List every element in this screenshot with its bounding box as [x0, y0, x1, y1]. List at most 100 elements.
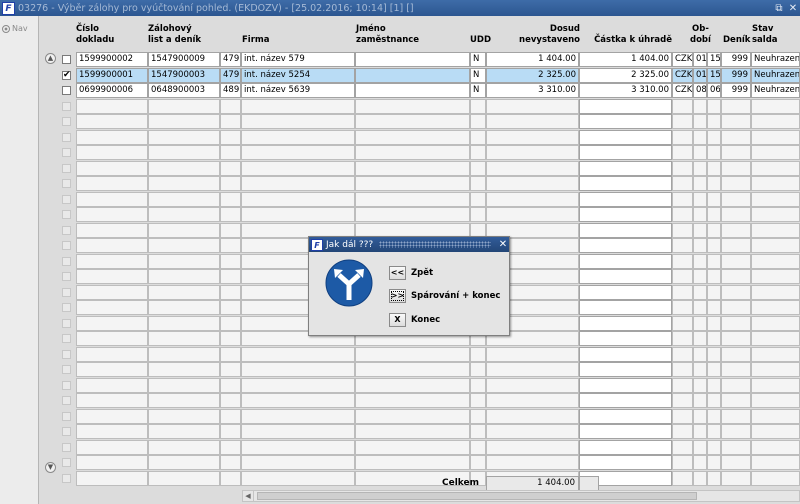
cell-castka[interactable] — [579, 238, 672, 253]
col-header-dosud[interactable]: Dosud nevystaveno — [518, 24, 580, 46]
cell-ob2 — [707, 160, 721, 176]
celkem-value: 1 404.00 — [486, 476, 579, 491]
restore-icon[interactable]: ⧉ — [772, 3, 786, 14]
col-header-firma[interactable]: Firma — [242, 35, 270, 46]
cell-castka[interactable] — [579, 408, 672, 424]
col-header-obdobi[interactable]: Ob- dobí — [690, 24, 711, 46]
cell-castka[interactable] — [579, 114, 672, 129]
cell-castka[interactable] — [579, 346, 672, 362]
cell-castka[interactable]: 1 404.00 — [579, 52, 672, 67]
row-checkbox[interactable] — [62, 458, 71, 467]
cell-castka[interactable] — [579, 393, 672, 408]
row-checkbox[interactable] — [62, 287, 71, 297]
row-checkbox[interactable] — [62, 303, 71, 312]
cell-castka[interactable] — [579, 145, 672, 160]
cell-cislo — [76, 393, 148, 408]
col-header-zalohovy[interactable]: Zálohový list a deník — [148, 24, 201, 46]
col-header-jmeno[interactable]: Jméno zaměstnance — [356, 24, 419, 46]
col-header-castka[interactable]: Částka k úhradě — [580, 35, 672, 46]
cell-castka[interactable] — [579, 284, 672, 300]
cell-cislo — [76, 439, 148, 455]
row-checkbox[interactable] — [62, 256, 71, 266]
cell-castka[interactable]: 2 325.00 — [579, 67, 672, 83]
cell-castka[interactable] — [579, 377, 672, 393]
row-checkbox[interactable] — [62, 365, 71, 374]
row-checkbox[interactable] — [62, 117, 71, 126]
cell-castka[interactable] — [579, 331, 672, 346]
scroll-thumb[interactable] — [257, 492, 697, 500]
cell-ob2 — [707, 207, 721, 222]
row-checkbox[interactable] — [62, 411, 71, 421]
cell-castka[interactable] — [579, 191, 672, 207]
cell-castka[interactable] — [579, 439, 672, 455]
row-checkbox[interactable] — [62, 101, 71, 111]
row-checkbox[interactable] — [62, 272, 71, 281]
close-icon[interactable]: ✕ — [786, 3, 800, 14]
row-checkbox[interactable] — [62, 442, 71, 452]
zpet-button[interactable]: << Zpět — [389, 266, 433, 280]
row-checkbox[interactable] — [62, 210, 71, 219]
nav-link[interactable]: Nav — [0, 16, 38, 33]
row-checkbox[interactable] — [62, 334, 71, 343]
col-header-udd[interactable]: UDD — [470, 35, 491, 46]
cell-castka[interactable] — [579, 362, 672, 377]
zpet-glyph[interactable]: << — [389, 266, 406, 280]
cell-cislo — [76, 331, 148, 346]
scroll-up-icon[interactable]: ▲ — [45, 53, 56, 64]
row-checkbox[interactable] — [62, 380, 71, 390]
cell-castka[interactable] — [579, 300, 672, 315]
row-checkbox[interactable] — [62, 179, 71, 188]
row-checkbox[interactable] — [62, 225, 71, 235]
row-checkbox[interactable] — [62, 241, 71, 250]
cell-ob2 — [707, 176, 721, 191]
row-checkbox[interactable] — [62, 148, 71, 157]
cell-castka[interactable] — [579, 98, 672, 114]
cell-castka[interactable] — [579, 315, 672, 331]
row-checkbox[interactable]: ✔ — [62, 70, 71, 80]
horizontal-scrollbar[interactable]: ◀ — [242, 490, 800, 502]
cell-num — [220, 129, 241, 145]
cell-castka[interactable]: 3 310.00 — [579, 83, 672, 98]
row-checkbox[interactable] — [62, 349, 71, 359]
cell-castka[interactable] — [579, 207, 672, 222]
cell-castka[interactable] — [579, 222, 672, 238]
cell-castka[interactable] — [579, 176, 672, 191]
cell-zalohovy — [148, 300, 220, 315]
sparovani-glyph[interactable]: >> — [389, 289, 406, 303]
dialog-close-icon[interactable]: ✕ — [497, 239, 509, 250]
cell-firma: int. název 5639 — [241, 83, 355, 98]
cell-castka[interactable] — [579, 424, 672, 439]
cell-castka[interactable] — [579, 253, 672, 269]
row-checkbox[interactable] — [62, 396, 71, 405]
cell-denik — [721, 191, 751, 207]
cell-udd — [470, 129, 486, 145]
cell-dosud: 3 310.00 — [486, 83, 579, 98]
cell-dosud — [486, 176, 579, 191]
row-checkbox[interactable] — [62, 194, 71, 204]
cell-castka[interactable] — [579, 455, 672, 470]
cell-jmeno — [355, 83, 470, 98]
cell-castka[interactable] — [579, 160, 672, 176]
cell-ob1 — [693, 191, 707, 207]
konec-button[interactable]: X Konec — [389, 313, 440, 327]
row-checkbox[interactable] — [62, 86, 71, 95]
cell-num — [220, 284, 241, 300]
row-checkbox[interactable] — [62, 427, 71, 436]
col-header-cislo[interactable]: Číslo dokladu — [76, 24, 114, 46]
row-checkbox[interactable] — [62, 318, 71, 328]
cell-dosud: 2 325.00 — [486, 67, 579, 83]
cell-castka[interactable] — [579, 269, 672, 284]
col-header-denik[interactable]: Deník — [723, 35, 750, 46]
cell-ob2 — [707, 253, 721, 269]
sparovani-konec-button[interactable]: >> Spárování + konec — [389, 289, 500, 303]
row-checkbox[interactable] — [62, 163, 71, 173]
scroll-down-icon[interactable]: ▼ — [45, 462, 56, 473]
konec-glyph[interactable]: X — [389, 313, 406, 327]
scroll-left-icon[interactable]: ◀ — [243, 491, 254, 501]
row-checkbox[interactable] — [62, 55, 71, 64]
row-checkbox[interactable] — [62, 473, 71, 483]
cell-castka[interactable] — [579, 129, 672, 145]
col-header-stav[interactable]: Stav salda — [752, 24, 778, 46]
cell-cislo — [76, 424, 148, 439]
row-checkbox[interactable] — [62, 132, 71, 142]
